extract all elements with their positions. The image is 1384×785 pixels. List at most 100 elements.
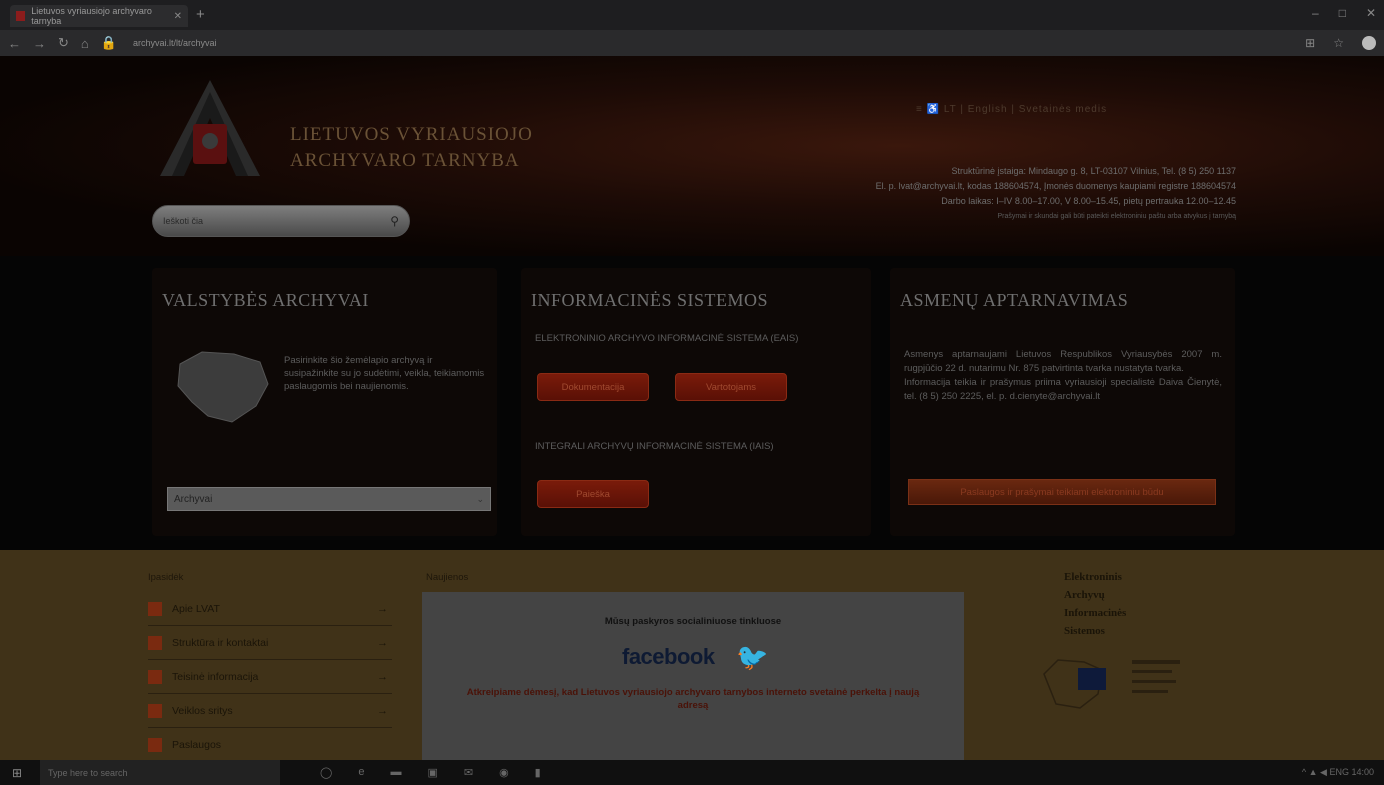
info-systems-title: INFORMACINĖS SISTEMOS bbox=[531, 290, 769, 310]
bullet-icon bbox=[148, 635, 162, 650]
services-request-button[interactable]: Paslaugos ir prašymai teikiami elektroni… bbox=[908, 479, 1216, 505]
eais-sidebar[interactable]: Elektroninis Archyvų Informacinės Sistem… bbox=[1064, 568, 1126, 640]
state-archives-panel: VALSTYBĖS ARCHYVAI Pasirinkite šio žemėl… bbox=[152, 268, 497, 536]
close-window-icon[interactable]: ✕ bbox=[1366, 6, 1376, 20]
maximize-icon[interactable]: □ bbox=[1339, 6, 1346, 20]
contact-line: Prašymai ir skundai gali būti pateikti e… bbox=[997, 213, 1236, 220]
system-tray[interactable]: ^ ▲ ◀ ENG 14:00 bbox=[1302, 767, 1374, 778]
twitter-bird-icon[interactable]: 🐦 bbox=[736, 642, 768, 673]
home-icon[interactable]: ⌂ bbox=[81, 36, 89, 51]
arrow-right-icon: → bbox=[377, 670, 388, 683]
contact-line: El. p. lvat@archyvai.lt, kodas 188604574… bbox=[875, 181, 1236, 191]
star-icon[interactable]: ☆ bbox=[1333, 36, 1344, 50]
menu-item-label: Paslaugos bbox=[172, 738, 222, 751]
store-icon[interactable]: ▣ bbox=[427, 766, 437, 779]
menu-item-activities[interactable]: Veiklos sritys → bbox=[148, 694, 392, 728]
mail-icon[interactable]: ✉ bbox=[464, 766, 473, 779]
minimize-icon[interactable]: – bbox=[1312, 6, 1319, 20]
chevron-down-icon: ⌄ bbox=[476, 493, 484, 504]
state-archives-text: Pasirinkite šio žemėlapio archyvą ir sus… bbox=[284, 355, 485, 392]
search-input[interactable]: Ieškoti čia bbox=[163, 216, 203, 226]
close-tab-icon[interactable]: ✕ bbox=[174, 11, 182, 22]
services-text-p1: Asmenys aptarnaujami Lietuvos Respubliko… bbox=[904, 349, 1222, 374]
contact-line: Darbo laikas: I–IV 8.00–17.00, V 8.00–15… bbox=[941, 196, 1236, 206]
site-title[interactable]: LIETUVOS VYRIAUSIOJO ARCHYVARO TARNYBA bbox=[290, 122, 533, 174]
os-taskbar: ⊞ Type here to search ◯ e ▬ ▣ ✉ ◉ ▮ ^ ▲ … bbox=[0, 760, 1384, 785]
bullet-icon bbox=[148, 703, 162, 718]
address-bar: ← → ↻ ⌂ 🔒 archyvai.lt/lt/archyvai ⊞ ☆ bbox=[0, 30, 1384, 56]
search-box[interactable]: Ieškoti čia ⚲ bbox=[152, 205, 410, 237]
menu-item-label: Apie LVAT bbox=[172, 602, 220, 615]
translate-icon[interactable]: ⊞ bbox=[1305, 36, 1315, 50]
arrow-right-icon: → bbox=[377, 602, 388, 615]
state-archives-title: VALSTYBĖS ARCHYVAI bbox=[162, 290, 369, 310]
services-text: Asmenys aptarnaujami Lietuvos Respubliko… bbox=[904, 348, 1222, 404]
taskbar-apps: ◯ e ▬ ▣ ✉ ◉ ▮ bbox=[320, 766, 541, 779]
contact-line: Struktūrinė įstaiga: Mindaugo g. 8, LT-0… bbox=[951, 166, 1236, 176]
eu-funding-logo-icon[interactable] bbox=[1040, 654, 1190, 714]
main-content: VALSTYBĖS ARCHYVAI Pasirinkite šio žemėl… bbox=[0, 256, 1384, 550]
eais-line: Sistemos bbox=[1064, 625, 1105, 637]
eais-line: Archyvų bbox=[1064, 589, 1105, 601]
archives-select-value: Archyvai bbox=[174, 493, 213, 505]
services-text-p2[interactable]: Informacija teikia ir prašymus priima vy… bbox=[904, 376, 1222, 404]
eais-line: Elektroninis bbox=[1064, 571, 1122, 583]
news-title: Naujienos bbox=[426, 572, 469, 583]
profile-avatar[interactable] bbox=[1362, 36, 1376, 50]
menu-item-services[interactable]: Paslaugos bbox=[148, 728, 392, 762]
tab-title: Lietuvos vyriausiojo archyvaro tarnyba bbox=[31, 6, 152, 26]
search-icon[interactable]: ⚲ bbox=[390, 214, 399, 228]
eais-users-button[interactable]: Vartotojams bbox=[675, 373, 787, 401]
news-notice-link[interactable]: Atkreipiame dėmesį, kad Lietuvos vyriaus… bbox=[452, 686, 934, 712]
menu-item-label: Teisinė informacija bbox=[172, 670, 259, 683]
window-controls: – □ ✕ bbox=[1312, 6, 1376, 20]
site-header: LIETUVOS VYRIAUSIOJO ARCHYVARO TARNYBA I… bbox=[0, 56, 1384, 256]
archives-select[interactable]: Archyvai ⌄ bbox=[167, 487, 491, 511]
menu-title: Ipasidėk bbox=[148, 572, 184, 583]
coat-of-arms-logo-icon[interactable] bbox=[150, 78, 270, 178]
edge-icon[interactable]: e bbox=[358, 766, 364, 779]
bullet-icon bbox=[148, 601, 162, 616]
windows-start-icon[interactable]: ⊞ bbox=[12, 766, 32, 780]
language-links[interactable]: ≡ ♿ LT | English | Svetainės medis bbox=[916, 104, 1107, 115]
menu-item-about[interactable]: Apie LVAT → bbox=[148, 592, 392, 626]
eais-documentation-button[interactable]: Dokumentacija bbox=[537, 373, 649, 401]
eais-label: ELEKTRONINIO ARCHYVO INFORMACINĖ SISTEMA… bbox=[535, 333, 799, 344]
taskbar-search-input[interactable]: Type here to search bbox=[40, 760, 280, 785]
site-title-line2: ARCHYVARO TARNYBA bbox=[290, 150, 520, 171]
lock-icon: 🔒 bbox=[100, 35, 117, 50]
forward-icon[interactable]: → bbox=[33, 36, 46, 51]
iais-search-button[interactable]: Paieška bbox=[537, 480, 649, 508]
menu-item-label: Veiklos sritys bbox=[172, 704, 233, 717]
services-panel: ASMENŲ APTARNAVIMAS Asmenys aptarnaujami… bbox=[890, 268, 1235, 536]
file-explorer-icon[interactable]: ▬ bbox=[390, 766, 401, 779]
arrow-right-icon: → bbox=[377, 704, 388, 717]
eais-line: Informacinės bbox=[1064, 607, 1127, 619]
menu-item-legal[interactable]: Teisinė informacija → bbox=[148, 660, 392, 694]
back-icon[interactable]: ← bbox=[8, 36, 21, 51]
app-icon[interactable]: ▮ bbox=[535, 766, 541, 779]
chrome-icon[interactable]: ◉ bbox=[499, 766, 509, 779]
new-tab-button[interactable]: + bbox=[196, 6, 205, 23]
site-favicon-icon bbox=[16, 11, 26, 21]
news-box: Mūsų paskyros socialiniuose tinkluose fa… bbox=[422, 592, 964, 760]
task-view-icon[interactable]: ◯ bbox=[320, 766, 332, 779]
reload-icon[interactable]: ↻ bbox=[58, 35, 69, 51]
footer-menu: Apie LVAT → Struktūra ir kontaktai → Tei… bbox=[148, 592, 392, 762]
bullet-icon bbox=[148, 669, 162, 684]
browser-tab[interactable]: Lietuvos vyriausiojo archyvaro tarnyba ✕ bbox=[10, 5, 188, 27]
site-title-line1: LIETUVOS VYRIAUSIOJO bbox=[290, 124, 533, 145]
bullet-icon bbox=[148, 737, 162, 752]
menu-item-structure[interactable]: Struktūra ir kontaktai → bbox=[148, 626, 392, 660]
lithuania-map-icon[interactable] bbox=[172, 344, 272, 426]
contact-info: Struktūrinė įstaiga: Mindaugo g. 8, LT-0… bbox=[716, 164, 1236, 224]
social-heading: Mūsų paskyros socialiniuose tinkluose bbox=[604, 616, 782, 627]
iais-label: INTEGRALI ARCHYVŲ INFORMACINĖ SISTEMA (I… bbox=[535, 441, 774, 452]
info-systems-panel: INFORMACINĖS SISTEMOS ELEKTRONINIO ARCHY… bbox=[521, 268, 871, 536]
services-title: ASMENŲ APTARNAVIMAS bbox=[900, 290, 1129, 310]
facebook-link[interactable]: facebook bbox=[622, 644, 715, 670]
arrow-right-icon: → bbox=[377, 636, 388, 649]
url-field[interactable]: archyvai.lt/lt/archyvai bbox=[133, 38, 217, 48]
menu-item-label: Struktūra ir kontaktai bbox=[172, 636, 269, 649]
browser-tab-bar: Lietuvos vyriausiojo archyvaro tarnyba ✕… bbox=[0, 0, 1384, 30]
